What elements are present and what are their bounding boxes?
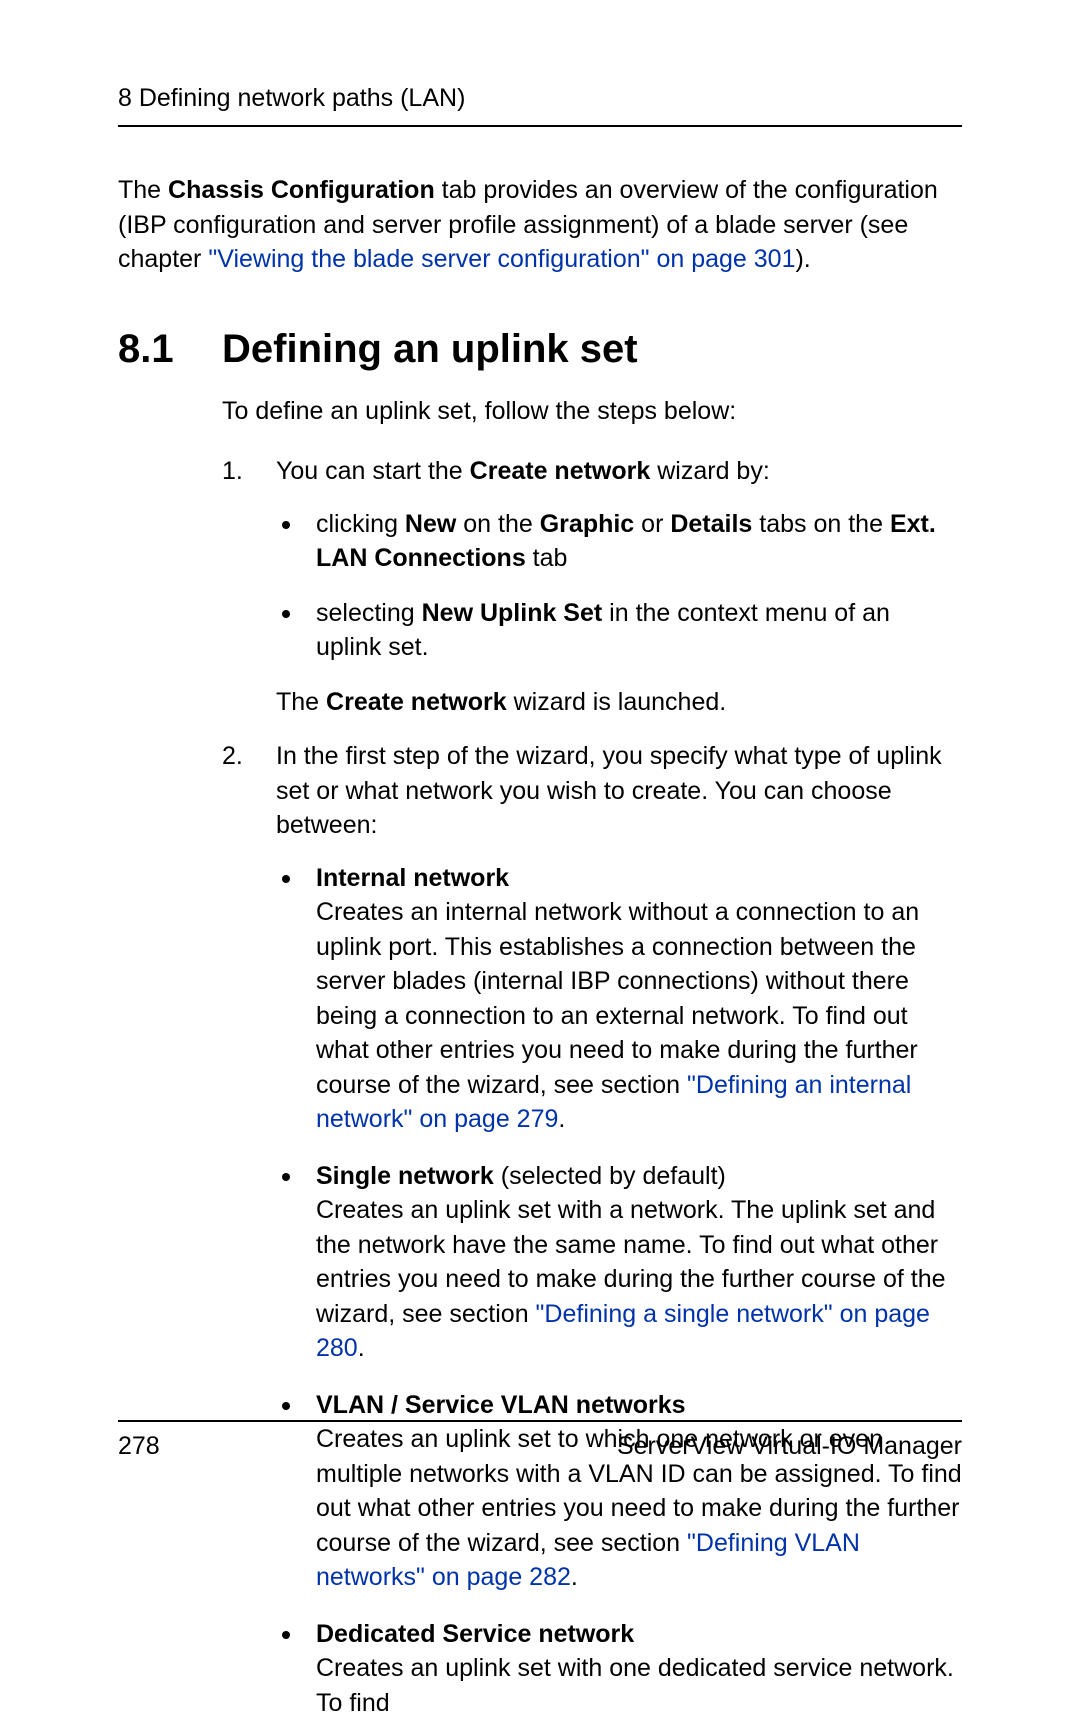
intro-link[interactable]: "Viewing the blade server configuration"… — [208, 245, 795, 273]
steps-list: 1. You can start the Create network wiza… — [222, 454, 962, 665]
type-internal-title: Internal network — [316, 864, 509, 892]
type-internal-post: . — [558, 1105, 565, 1133]
s1b1-t4: tabs on the — [752, 510, 890, 538]
step-1: 1. You can start the Create network wiza… — [222, 454, 962, 665]
footer-row: 278 ServerView Virtual-IO Manager — [118, 1432, 962, 1461]
wl-t2: wizard is launched. — [507, 688, 727, 716]
header-rule — [118, 125, 962, 127]
type-vlan-post: . — [571, 1563, 578, 1591]
section-heading: 8.1 Defining an uplink set — [118, 327, 962, 372]
section-title: Defining an uplink set — [222, 327, 638, 372]
step-2-number: 2. — [222, 739, 243, 774]
s1b2-t1: selecting — [316, 599, 422, 627]
step-1-text: You can start the Create network wizard … — [276, 457, 770, 485]
wl-b: Create network — [326, 688, 507, 716]
type-dedicated-title: Dedicated Service network — [316, 1620, 634, 1648]
intro-text-3: ). — [795, 245, 810, 273]
wl-t1: The — [276, 688, 326, 716]
type-vlan: VLAN / Service VLAN networks Creates an … — [276, 1388, 962, 1595]
steps-list-2: 2. In the first step of the wizard, you … — [222, 739, 962, 1720]
s1b1-t1: clicking — [316, 510, 405, 538]
type-single-title: Single network — [316, 1162, 494, 1190]
page: 8 Defining network paths (LAN) The Chass… — [0, 0, 1080, 1531]
s1b1-b3: Details — [670, 510, 752, 538]
footer: 278 ServerView Virtual-IO Manager — [118, 1420, 962, 1461]
intro-text: The — [118, 176, 168, 204]
step-1-number: 1. — [222, 454, 243, 489]
step-2-text: In the first step of the wizard, you spe… — [276, 742, 942, 839]
type-single: Single network (selected by default) Cre… — [276, 1159, 962, 1366]
type-dedicated: Dedicated Service network Creates an upl… — [276, 1617, 962, 1720]
step-1-bullet-1: clicking New on the Graphic or Details t… — [276, 507, 962, 576]
footer-title: ServerView Virtual-IO Manager — [617, 1432, 962, 1461]
type-dedicated-body: Creates an uplink set with one dedicated… — [316, 1654, 954, 1717]
wizard-launched: The Create network wizard is launched. — [276, 685, 962, 720]
step-1-bullets: clicking New on the Graphic or Details t… — [276, 507, 962, 665]
page-number: 278 — [118, 1432, 160, 1461]
step-1-post: wizard by: — [650, 457, 769, 485]
intro-bold-chassis: Chassis Configuration — [168, 176, 435, 204]
intro-paragraph: The Chassis Configuration tab provides a… — [118, 173, 962, 277]
s1b2-b1: New Uplink Set — [422, 599, 603, 627]
step-2: 2. In the first step of the wizard, you … — [222, 739, 962, 1720]
type-internal-body: Creates an internal network without a co… — [316, 898, 919, 1099]
s1b1-t2: on the — [456, 510, 539, 538]
type-single-suffix: (selected by default) — [494, 1162, 726, 1190]
s1b1-t5: tab — [526, 544, 568, 572]
type-vlan-title: VLAN / Service VLAN networks — [316, 1391, 686, 1419]
type-internal: Internal network Creates an internal net… — [276, 861, 962, 1137]
step-1-pre: You can start the — [276, 457, 470, 485]
step-2-types: Internal network Creates an internal net… — [276, 861, 962, 1720]
footer-rule — [118, 1420, 962, 1422]
step-1-bullet-2: selecting New Uplink Set in the context … — [276, 596, 962, 665]
section-number: 8.1 — [118, 327, 222, 372]
running-head: 8 Defining network paths (LAN) — [118, 84, 962, 113]
type-single-post: . — [358, 1334, 365, 1362]
s1b1-t3: or — [634, 510, 670, 538]
step-1-bold: Create network — [470, 457, 651, 485]
s1b1-b2: Graphic — [540, 510, 634, 538]
s1b1-b1: New — [405, 510, 456, 538]
lead-paragraph: To define an uplink set, follow the step… — [222, 394, 962, 429]
